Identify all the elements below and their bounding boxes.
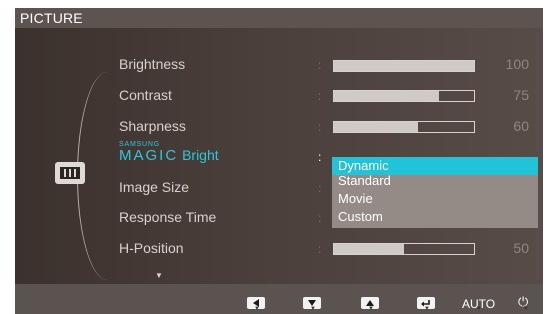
magic-bright-dropdown[interactable]: Dynamic Standard Movie Custom bbox=[332, 157, 538, 228]
menu-item-response-time[interactable]: Response Time bbox=[119, 209, 216, 225]
contrast-value: 75 bbox=[513, 87, 529, 103]
indicator-arrow: ▼ bbox=[523, 306, 529, 312]
separator: : bbox=[318, 242, 322, 256]
brightness-slider[interactable] bbox=[333, 60, 475, 72]
sharpness-slider[interactable] bbox=[333, 121, 475, 133]
separator: : bbox=[318, 120, 322, 134]
menu-item-magic-bright-label: Bright bbox=[182, 147, 219, 163]
h-position-slider[interactable] bbox=[333, 243, 475, 255]
picture-category-icon[interactable] bbox=[55, 162, 85, 184]
page-title: PICTURE bbox=[20, 10, 83, 26]
separator: : bbox=[318, 211, 322, 225]
separator: : bbox=[318, 89, 322, 103]
brightness-value: 100 bbox=[505, 56, 529, 72]
indicator-arrow: ▼ bbox=[424, 306, 430, 312]
magic-logo: SAMSUNG MAGIC bbox=[119, 141, 179, 164]
separator: : bbox=[318, 58, 322, 72]
sharpness-slider-fill bbox=[334, 122, 418, 132]
h-position-slider-fill bbox=[334, 244, 404, 254]
menu-item-h-position[interactable]: H-Position bbox=[119, 240, 184, 256]
sharpness-value: 60 bbox=[513, 118, 529, 134]
dropdown-option-movie[interactable]: Movie bbox=[332, 190, 538, 208]
separator: : bbox=[318, 181, 322, 195]
osd-window: PICTURE Brightness Contrast Sharpness SA… bbox=[15, 8, 543, 314]
brightness-slider-fill bbox=[334, 61, 474, 71]
indicator-arrow: ▼ bbox=[254, 306, 260, 312]
separator: : bbox=[318, 150, 322, 164]
h-position-value: 50 bbox=[513, 240, 529, 256]
dropdown-option-standard[interactable]: Standard bbox=[332, 172, 538, 190]
indicator-arrow: ▼ bbox=[310, 306, 316, 312]
menu-item-brightness[interactable]: Brightness bbox=[119, 56, 185, 72]
indicator-arrow: ▼ bbox=[368, 306, 374, 312]
scroll-down-indicator: ▼ bbox=[155, 271, 163, 280]
dropdown-option-custom[interactable]: Custom bbox=[332, 208, 538, 226]
menu-item-magic-bright[interactable]: SAMSUNG MAGIC Bright bbox=[119, 141, 219, 163]
osd-header: PICTURE bbox=[15, 8, 543, 28]
contrast-slider-fill bbox=[334, 91, 439, 101]
menu-item-image-size[interactable]: Image Size bbox=[119, 179, 189, 195]
menu-item-contrast[interactable]: Contrast bbox=[119, 87, 172, 103]
indicator-arrow: ▼ bbox=[476, 306, 482, 312]
menu-item-sharpness[interactable]: Sharpness bbox=[119, 118, 186, 134]
contrast-slider[interactable] bbox=[333, 90, 475, 102]
